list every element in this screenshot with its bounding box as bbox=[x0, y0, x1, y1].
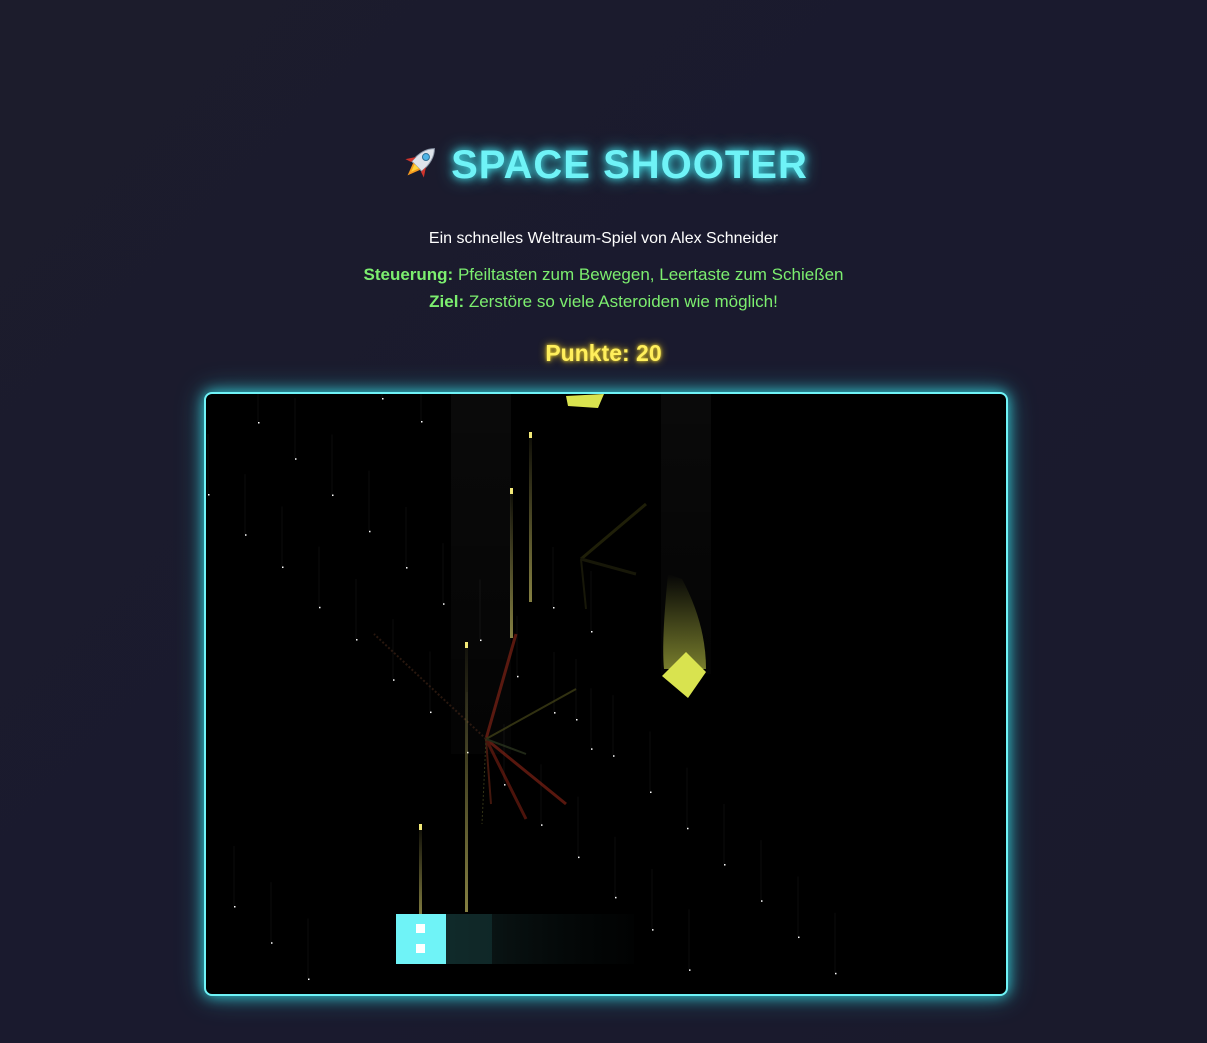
bullet-icon bbox=[510, 488, 513, 494]
star-icon bbox=[356, 639, 358, 641]
star-icon bbox=[295, 458, 297, 460]
star-icon bbox=[650, 791, 652, 794]
star-icon bbox=[319, 606, 321, 609]
goal-text: Zerstöre so viele Asteroiden wie möglich… bbox=[464, 292, 778, 311]
star-icon bbox=[835, 972, 837, 975]
bullet-icon bbox=[419, 824, 422, 830]
goal-label: Ziel: bbox=[429, 292, 465, 311]
star-icon bbox=[245, 534, 247, 536]
game-scene bbox=[207, 394, 837, 981]
starfield bbox=[207, 394, 837, 981]
player-ship-icon bbox=[396, 914, 446, 964]
star-icon bbox=[541, 824, 543, 826]
controls-instruction: Steuerung: Pfeiltasten zum Bewegen, Leer… bbox=[0, 265, 1207, 285]
star-icon bbox=[406, 567, 408, 569]
bullet-icon bbox=[529, 432, 532, 602]
star-icon bbox=[369, 530, 371, 533]
star-icon bbox=[332, 494, 334, 497]
star-icon bbox=[308, 978, 310, 981]
controls-label: Steuerung: bbox=[363, 265, 454, 284]
asteroid-icon bbox=[566, 394, 604, 574]
star-icon bbox=[421, 421, 423, 423]
star-icon bbox=[382, 398, 384, 400]
controls-text: Pfeiltasten zum Bewegen, Leertaste zum S… bbox=[453, 265, 844, 284]
score-display: Punkte: 20 bbox=[545, 340, 662, 366]
bullet-icon bbox=[465, 642, 468, 912]
star-icon bbox=[271, 942, 273, 944]
star-icon bbox=[504, 784, 506, 786]
star-icon bbox=[689, 969, 691, 971]
star-icon bbox=[234, 906, 236, 908]
star-icon bbox=[687, 827, 689, 830]
star-icon bbox=[578, 856, 580, 859]
star-icon bbox=[282, 566, 284, 569]
goal-instruction: Ziel: Zerstöre so viele Asteroiden wie m… bbox=[0, 292, 1207, 312]
game-title: SPACE SHOOTER bbox=[0, 140, 1207, 188]
star-icon bbox=[480, 639, 482, 642]
star-icon bbox=[258, 422, 260, 424]
star-icon bbox=[554, 712, 556, 714]
star-icon bbox=[591, 631, 593, 633]
star-icon bbox=[208, 494, 210, 496]
star-icon bbox=[430, 711, 432, 714]
star-icon bbox=[393, 679, 395, 681]
rocket-icon bbox=[405, 148, 436, 178]
bullet-icon bbox=[465, 642, 468, 648]
ghost-trail bbox=[451, 394, 511, 754]
star-icon bbox=[443, 603, 445, 605]
star-icon bbox=[576, 719, 578, 721]
subtitle: Ein schnelles Weltraum-Spiel von Alex Sc… bbox=[428, 230, 779, 247]
star-icon bbox=[591, 748, 593, 750]
star-icon bbox=[517, 675, 519, 678]
star-icon bbox=[652, 929, 654, 931]
bullet-icon bbox=[419, 824, 422, 919]
star-icon bbox=[798, 936, 800, 939]
star-icon bbox=[613, 755, 615, 757]
player-trail bbox=[444, 914, 492, 964]
star-icon bbox=[553, 607, 555, 609]
game-title-text: SPACE SHOOTER bbox=[451, 143, 808, 187]
star-icon bbox=[724, 864, 726, 866]
star-icon bbox=[615, 896, 617, 899]
bullet-icon bbox=[529, 432, 532, 438]
star-icon bbox=[761, 900, 763, 902]
game-canvas[interactable] bbox=[204, 392, 1008, 996]
bullet-icon bbox=[510, 488, 513, 638]
